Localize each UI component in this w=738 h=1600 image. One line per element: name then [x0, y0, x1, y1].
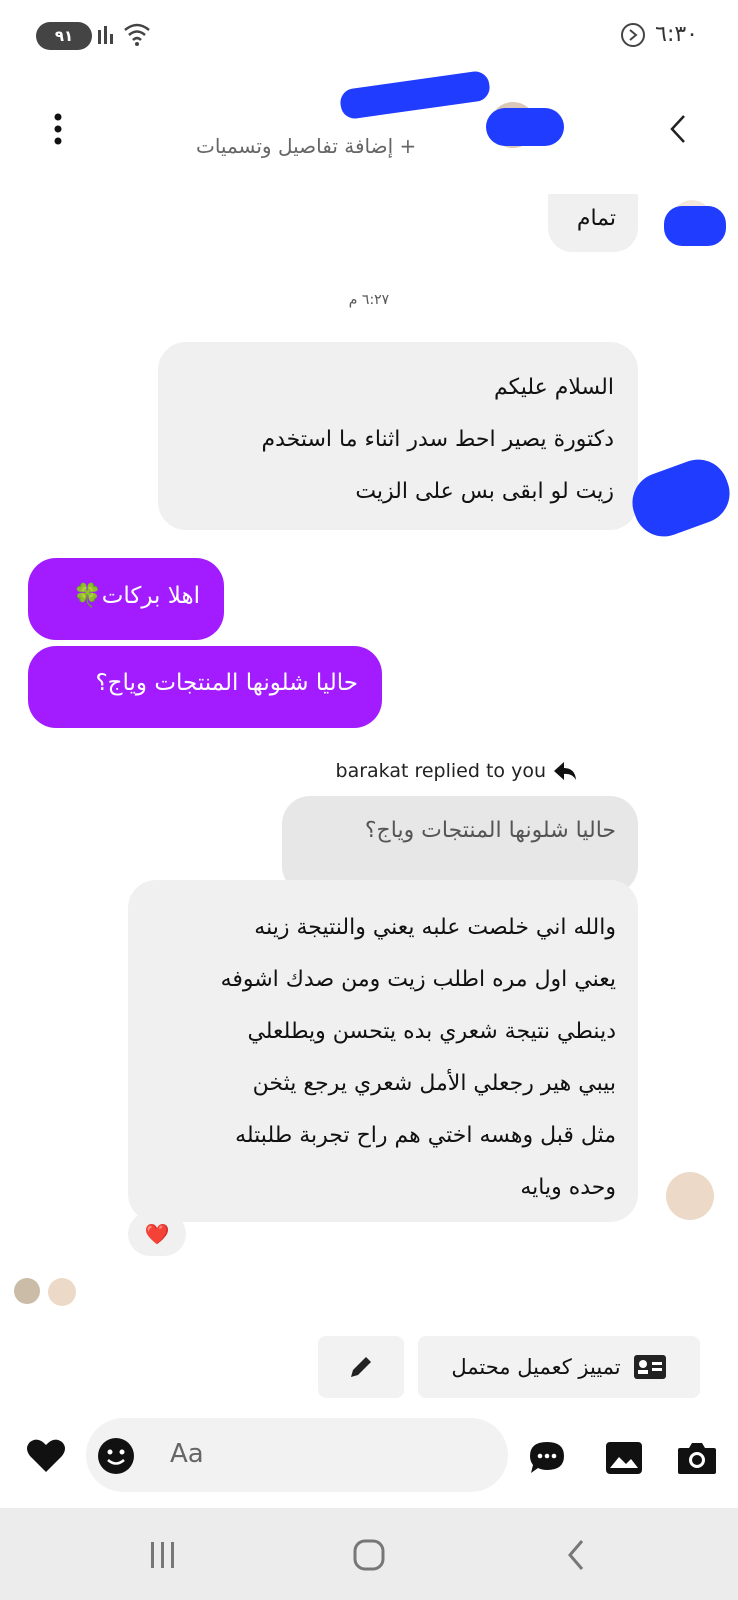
message-outgoing-2[interactable]: حاليا شلونها المنتجات وياج؟: [28, 646, 382, 728]
wifi-icon: [124, 23, 150, 46]
reply-text: barakat replied to you: [335, 760, 546, 782]
mark-customer-label: تمييز كعميل محتمل: [451, 1355, 621, 1379]
back-nav-icon[interactable]: [564, 1538, 588, 1572]
system-navigation-bar: [0, 1508, 738, 1600]
more-options-icon[interactable]: [50, 112, 66, 146]
contact-card-icon: [633, 1355, 666, 1379]
camera-icon[interactable]: [676, 1440, 718, 1476]
message-line: وحده ويايه: [520, 1175, 616, 1200]
pencil-icon: [351, 1357, 371, 1377]
add-details-link[interactable]: + إضافة تفاصيل وتسميات: [196, 134, 416, 158]
mark-customer-button[interactable]: تمييز كعميل محتمل: [418, 1336, 700, 1398]
message-line: السلام عليكم: [493, 375, 614, 400]
seen-avatar: [14, 1278, 40, 1304]
message-outgoing-1[interactable]: اهلا بركات🍀: [28, 558, 224, 640]
signal-icon: [98, 26, 113, 44]
message-text: اهلا بركات🍀: [73, 583, 200, 609]
emoji-icon[interactable]: [96, 1436, 136, 1476]
reaction-badge[interactable]: ❤️: [128, 1212, 186, 1256]
message-line: يعني اول مره اطلب زيت ومن صدك اشوفه: [220, 967, 616, 992]
gallery-icon[interactable]: [604, 1440, 644, 1476]
message-text: تمام: [576, 206, 616, 231]
message-input[interactable]: [168, 1438, 472, 1470]
redacted-avatar: [664, 206, 726, 246]
message-text: حاليا شلونها المنتجات وياج؟: [95, 670, 358, 696]
message-line: دينطي نتيجة شعري بده يتحسن ويطلعلي: [247, 1019, 616, 1044]
home-icon[interactable]: [352, 1538, 386, 1572]
reply-indicator: barakat replied to you: [336, 760, 578, 782]
message-line: مثل قبل وهسه اختي هم راح تجربة طلبتله: [235, 1123, 616, 1148]
seen-avatar: [48, 1278, 76, 1306]
message-incoming-2[interactable]: والله اني خلصت علبه يعني والنتيجة زينه ي…: [128, 880, 638, 1222]
battery-indicator: ٩١: [36, 22, 92, 50]
message-line: زيت لو ابقى بس على الزيت: [355, 479, 614, 504]
battery-level: ٩١: [54, 27, 74, 45]
redacted-avatar: [486, 108, 564, 146]
redacted-avatar: [624, 451, 738, 545]
heart-reaction: ❤️: [144, 1222, 170, 1246]
redacted-name: [338, 69, 492, 121]
message-line: دكتورة يصير احط سدر اثناء ما استخدم: [261, 427, 614, 452]
message-incoming-1[interactable]: السلام عليكم دكتورة يصير احط سدر اثناء م…: [158, 342, 638, 530]
back-icon[interactable]: [666, 112, 690, 146]
message-incoming-top[interactable]: تمام: [548, 194, 638, 252]
screen-record-icon: [621, 23, 645, 47]
message-composer[interactable]: [86, 1418, 508, 1492]
edit-button[interactable]: [318, 1336, 404, 1398]
time-separator: ٦:٢٧ م: [348, 292, 390, 308]
status-time: ٦:٣٠: [655, 22, 698, 47]
heart-icon[interactable]: [26, 1436, 66, 1474]
reply-arrow-icon: [554, 762, 576, 780]
message-line: بيبي هير رجعلي الأمل شعري يرجع يثخن: [252, 1071, 616, 1096]
sender-avatar: [666, 1172, 714, 1220]
message-line: والله اني خلصت علبه يعني والنتيجة زينه: [254, 915, 616, 940]
recent-apps-icon[interactable]: [148, 1540, 178, 1570]
chat-icon[interactable]: [528, 1440, 566, 1476]
quoted-text: حاليا شلونها المنتجات وياج؟: [364, 818, 616, 843]
